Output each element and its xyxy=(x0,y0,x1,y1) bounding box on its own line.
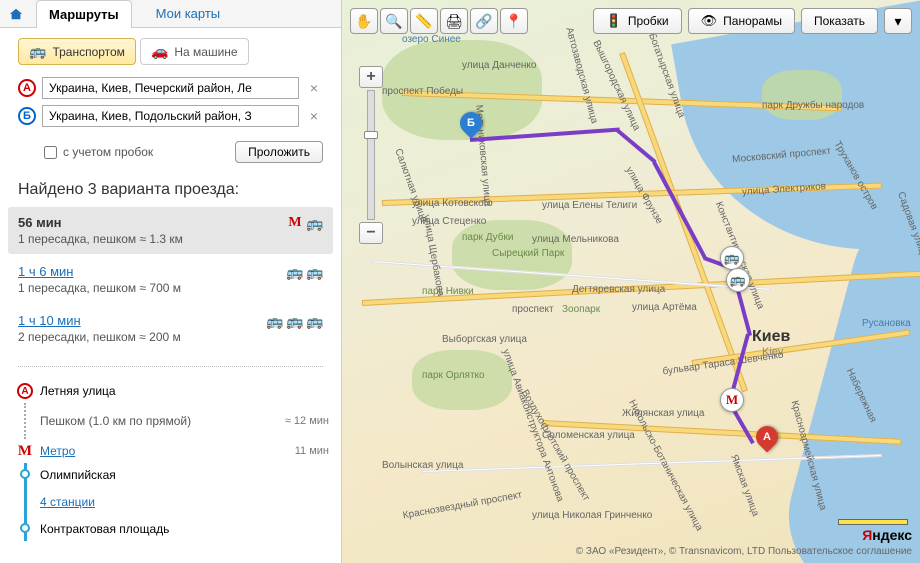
clear-to-icon[interactable]: × xyxy=(305,108,323,124)
metro-link[interactable]: Метро xyxy=(40,444,75,458)
scale-bar xyxy=(838,519,908,525)
traffic-button[interactable]: 🚦Пробки xyxy=(593,8,682,34)
route-variant[interactable]: 1 ч 10 мин 2 пересадки, пешком ≈ 200 м 🚌… xyxy=(8,305,333,352)
zoom-slider[interactable] xyxy=(367,90,375,220)
bus-icon: 🚌 xyxy=(307,313,323,329)
pan-tool-button[interactable]: ✋ xyxy=(350,8,378,34)
bus-icon: 🚌 xyxy=(29,43,46,60)
to-input[interactable] xyxy=(42,105,299,127)
results-header: Найдено 3 варианта проезда: xyxy=(0,173,341,203)
show-layers-button[interactable]: Показать xyxy=(801,8,878,34)
locate-tool-button[interactable]: 📍 xyxy=(500,8,528,34)
stations-between-link[interactable]: 4 станции xyxy=(40,495,95,509)
route-variant[interactable]: 1 ч 6 мин 1 пересадка, пешком ≈ 700 м 🚌🚌 xyxy=(8,256,333,303)
station-stop-icon xyxy=(20,469,30,479)
from-input[interactable] xyxy=(42,77,299,99)
top-tabs: Маршруты Мои карты xyxy=(0,0,341,28)
bus-icon: 🚌 xyxy=(287,264,303,280)
map-canvas[interactable]: Б A 🚌 🚌 М Киев Kiev озеро Синее парк Дру… xyxy=(342,0,920,563)
zoom-tool-button[interactable]: 🔍 xyxy=(380,8,408,34)
yandex-logo[interactable]: Яндекс xyxy=(862,527,912,543)
walk-segment: Пешком (1.0 км по прямой) xyxy=(40,414,285,428)
map-metro-marker[interactable]: М xyxy=(720,388,744,412)
marker-a-badge: A xyxy=(18,79,36,97)
clear-from-icon[interactable]: × xyxy=(305,80,323,96)
route-mode-tabs: 🚌Транспортом 🚗На машине xyxy=(0,28,341,71)
car-icon: 🚗 xyxy=(151,43,168,60)
marker-b-badge: Б xyxy=(18,107,36,125)
layers-dropdown-button[interactable]: ▾ xyxy=(884,8,912,34)
station-stop-icon xyxy=(20,523,30,533)
route-variants: 56 мин 1 пересадка, пешком ≈ 1.3 км М🚌 1… xyxy=(0,203,341,358)
panoramas-button[interactable]: 👁Панорамы xyxy=(688,8,795,34)
mode-transit-button[interactable]: 🚌Транспортом xyxy=(18,38,136,65)
zoom-out-button[interactable]: − xyxy=(359,222,383,244)
bus-icon: 🚌 xyxy=(267,313,283,329)
sidebar: Маршруты Мои карты 🚌Транспортом 🚗На маши… xyxy=(0,0,342,563)
map-tools-left: ✋ 🔍 📏 🖨 🔗 📍 xyxy=(350,8,528,34)
build-route-button[interactable]: Проложить xyxy=(235,141,323,163)
map-marker-a[interactable]: A xyxy=(756,426,780,450)
zoom-in-button[interactable]: + xyxy=(359,66,383,88)
route-detail: A Летняя улица Пешком (1.0 км по прямой)… xyxy=(0,375,341,545)
station-name: Контрактовая площадь xyxy=(40,522,329,536)
metro-icon: М xyxy=(287,215,303,231)
ruler-tool-button[interactable]: 📏 xyxy=(410,8,438,34)
separator xyxy=(18,366,323,367)
bus-icon: 🚌 xyxy=(287,313,303,329)
traffic-checkbox-label[interactable]: с учетом пробок xyxy=(44,145,153,159)
tab-my-maps[interactable]: Мои карты xyxy=(144,0,233,27)
zoom-thumb[interactable] xyxy=(364,131,378,139)
map-stop-marker[interactable]: 🚌 xyxy=(726,268,750,292)
bus-icon: 🚌 xyxy=(307,264,323,280)
options-row: с учетом пробок Проложить xyxy=(0,139,341,173)
route-variant[interactable]: 56 мин 1 пересадка, пешком ≈ 1.3 км М🚌 xyxy=(8,207,333,254)
home-icon[interactable] xyxy=(8,6,24,22)
route-start-label: Летняя улица xyxy=(40,384,329,398)
map-stop-marker[interactable]: 🚌 xyxy=(720,246,744,270)
traffic-icon: 🚦 xyxy=(606,13,622,29)
link-tool-button[interactable]: 🔗 xyxy=(470,8,498,34)
print-tool-button[interactable]: 🖨 xyxy=(440,8,468,34)
station-name: Олимпийская xyxy=(40,468,329,482)
zoom-control: + − xyxy=(358,66,384,244)
map-tools-right: 🚦Пробки 👁Панорамы Показать ▾ xyxy=(593,8,912,34)
map-marker-b[interactable]: Б xyxy=(460,112,484,136)
mode-car-button[interactable]: 🚗На машине xyxy=(140,38,249,65)
tab-routes[interactable]: Маршруты xyxy=(36,0,132,28)
marker-a-icon: A xyxy=(17,383,33,399)
route-inputs: A × Б × xyxy=(0,71,341,139)
metro-icon: М xyxy=(16,443,34,460)
panorama-icon: 👁 xyxy=(701,13,718,29)
traffic-checkbox[interactable] xyxy=(44,146,57,159)
bus-icon: 🚌 xyxy=(307,215,323,231)
attribution: © ЗАО «Резидент», © Transnavicom, LTD По… xyxy=(576,546,912,557)
